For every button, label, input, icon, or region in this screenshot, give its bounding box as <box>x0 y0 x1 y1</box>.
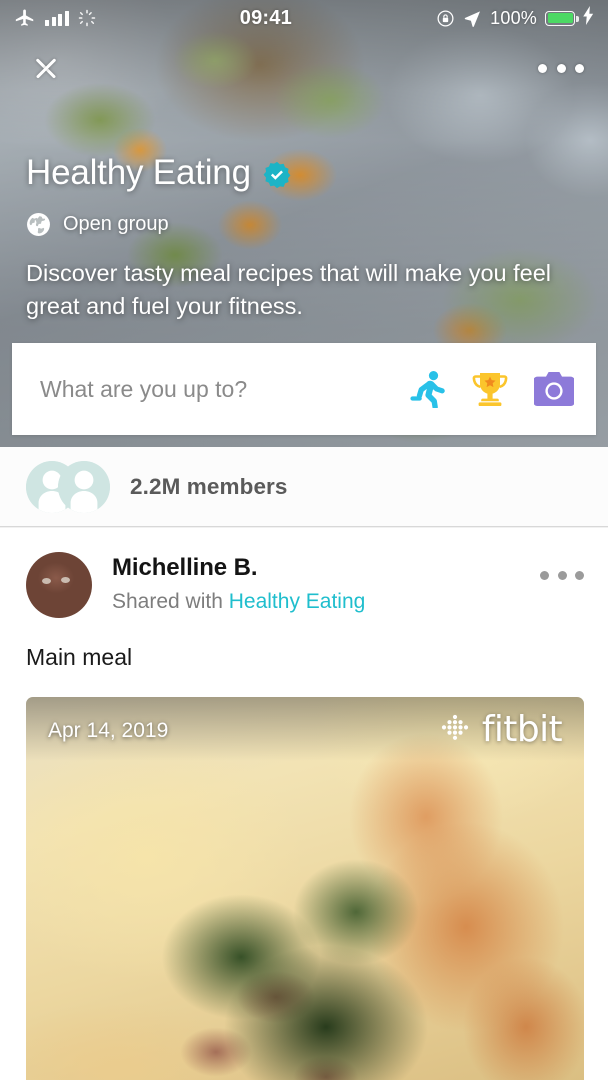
group-title-row: Healthy Eating <box>26 153 582 192</box>
dot <box>557 570 567 580</box>
composer-actions <box>410 370 575 410</box>
dot <box>556 63 566 73</box>
composer-input-placeholder[interactable]: What are you up to? <box>40 376 410 403</box>
app-root: 09:41 100% Healthy Eating Open group Dis… <box>0 0 608 1080</box>
dot <box>575 570 584 580</box>
page-title: Healthy Eating <box>26 153 251 192</box>
post-image[interactable]: Apr 14, 2019 fitbit <box>26 697 584 1080</box>
verified-badge-icon <box>263 162 291 189</box>
group-privacy-label: Open group <box>63 212 169 235</box>
fitbit-watermark: fitbit <box>438 709 563 750</box>
camera-icon[interactable] <box>533 372 575 406</box>
avatar-detail <box>61 577 70 583</box>
rotation-lock-icon <box>436 9 455 28</box>
fitbit-dots-logo-icon <box>441 714 468 740</box>
feed-post: Michelline B. Shared with Healthy Eating… <box>0 528 608 1080</box>
post-image-date-label: Apr 14, 2019 <box>48 719 169 742</box>
running-person-icon[interactable] <box>410 370 446 410</box>
dot <box>538 63 547 73</box>
dot <box>540 570 549 580</box>
post-header: Michelline B. Shared with Healthy Eating <box>0 528 608 618</box>
close-icon[interactable] <box>26 48 66 88</box>
members-count-label: 2.2M members <box>130 473 288 499</box>
airplane-icon <box>14 7 36 29</box>
feed: Michelline B. Shared with Healthy Eating… <box>0 528 608 1080</box>
member-avatar-placeholder <box>58 460 110 513</box>
post-shared-with: Shared with Healthy Eating <box>112 590 540 614</box>
battery-percent-label: 100% <box>490 7 537 28</box>
status-bar-clock: 09:41 <box>239 6 292 29</box>
post-meta: Michelline B. Shared with Healthy Eating <box>112 552 540 614</box>
globe-icon <box>27 212 50 236</box>
loading-spinner-icon <box>78 9 96 27</box>
fitbit-wordmark: fitbit <box>481 709 563 750</box>
avatar[interactable] <box>26 552 92 618</box>
trophy-icon[interactable] <box>470 370 510 408</box>
status-bar-left <box>14 7 96 29</box>
signal-bars-icon <box>45 10 69 26</box>
battery-icon <box>545 10 579 26</box>
post-body-text: Main meal <box>26 644 133 670</box>
members-row[interactable]: 2.2M members <box>0 447 608 527</box>
location-arrow-icon <box>463 9 482 28</box>
post-composer[interactable]: What are you up to? <box>12 343 596 435</box>
group-hero-banner: 09:41 100% Healthy Eating Open group Dis… <box>0 0 608 447</box>
status-bar-right: 100% <box>436 6 594 30</box>
avatar-detail <box>42 578 51 584</box>
status-bar: 09:41 100% <box>0 0 608 36</box>
members-avatars-icon <box>26 460 112 513</box>
group-description: Discover tasty meal recipes that will ma… <box>26 259 552 320</box>
post-author-name[interactable]: Michelline B. <box>112 554 540 582</box>
post-shared-group-link[interactable]: Healthy Eating <box>229 590 366 613</box>
post-options-icon[interactable] <box>540 564 584 586</box>
charging-bolt-icon <box>583 6 594 30</box>
group-privacy-row: Open group <box>26 212 582 237</box>
dot <box>575 63 584 73</box>
post-shared-prefix: Shared with <box>112 590 229 613</box>
hero-more-options-icon[interactable] <box>538 55 584 81</box>
hero-content: Healthy Eating Open group Discover tasty… <box>26 153 582 323</box>
